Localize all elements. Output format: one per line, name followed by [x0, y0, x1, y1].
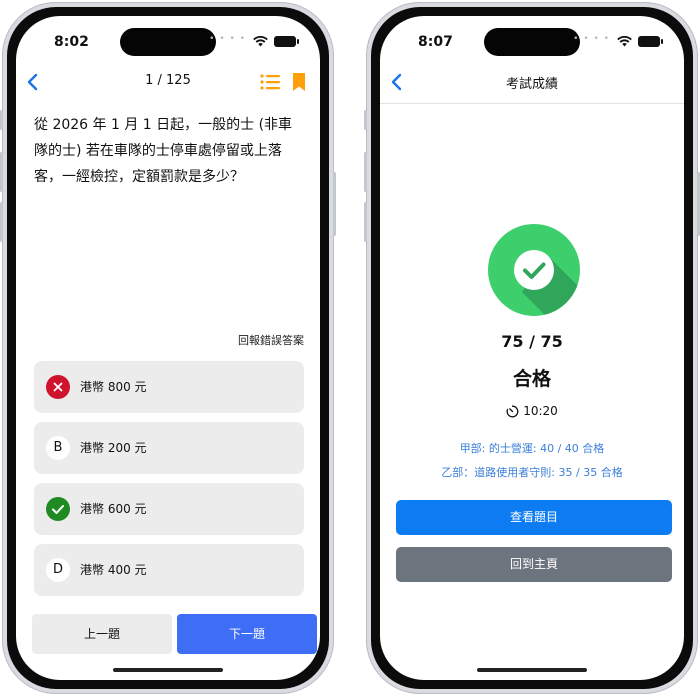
option-c[interactable]: 港幣 600 元: [34, 483, 304, 535]
volume-up-button: [364, 152, 367, 192]
question-text: 從 2026 年 1 月 1 日起，一般的士 (非車隊的士) 若在車隊的士停車處…: [34, 117, 293, 185]
checkmark-icon: [46, 497, 70, 521]
list-icon[interactable]: [260, 74, 280, 90]
wifi-icon: [253, 36, 268, 47]
phone-frame-left: 8:02 • • • • 1 / 125 從 2026 年 1 月 1 日起，一…: [0, 2, 336, 694]
wifi-icon: [617, 36, 632, 47]
home-indicator: [113, 668, 223, 672]
battery-icon: [638, 36, 663, 47]
volume-up-button: [0, 152, 3, 192]
option-b-text: 港幣 200 元: [80, 441, 147, 455]
page-title: 考試成績: [505, 77, 558, 92]
option-b[interactable]: B 港幣 200 元: [34, 422, 304, 474]
option-d[interactable]: D 港幣 400 元: [34, 544, 304, 596]
section-a-result: 甲部: 的士營運: 40 / 40 合格: [459, 442, 605, 455]
review-questions-button[interactable]: 查看題目: [396, 500, 672, 535]
option-d-badge: D: [46, 558, 70, 582]
dynamic-island: [484, 28, 580, 56]
result-text: 合格: [512, 368, 551, 390]
back-to-home-button[interactable]: 回到主頁: [396, 547, 672, 582]
quiz-screen: 8:02 • • • • 1 / 125 從 2026 年 1 月 1 日起，一…: [16, 16, 320, 680]
next-question-button[interactable]: 下一題: [177, 614, 317, 654]
nav-bar: 1 / 125: [16, 68, 320, 98]
silent-switch: [364, 110, 367, 130]
report-wrong-answer-link[interactable]: 回報錯誤答案: [238, 332, 304, 348]
power-button: [333, 172, 336, 236]
phone-frame-right: 8:07 • • • • 考試成績 75 / 75 合格 10:20 甲部: 的…: [364, 2, 700, 694]
nav-divider: [380, 103, 684, 104]
status-bar: 8:02 • • • •: [16, 16, 320, 60]
previous-question-button[interactable]: 上一題: [32, 614, 172, 654]
check-circle-icon: [488, 224, 580, 316]
option-c-text: 港幣 600 元: [80, 502, 147, 516]
battery-icon: [274, 36, 299, 47]
signal-dots-icon: • • • •: [573, 34, 610, 44]
volume-down-button: [0, 202, 3, 242]
volume-down-button: [364, 202, 367, 242]
dynamic-island: [120, 28, 216, 56]
silent-switch: [0, 110, 3, 130]
option-a[interactable]: 港幣 800 元: [34, 361, 304, 413]
result-screen: 8:07 • • • • 考試成績 75 / 75 合格 10:20 甲部: 的…: [380, 16, 684, 680]
score-text: 75 / 75: [501, 332, 563, 351]
phone-bezel: 8:07 • • • • 考試成績 75 / 75 合格 10:20 甲部: 的…: [371, 7, 693, 689]
status-time: 8:02: [54, 34, 89, 50]
option-d-text: 港幣 400 元: [80, 563, 147, 577]
home-indicator: [477, 668, 587, 672]
nav-bar: 考試成績: [380, 68, 684, 98]
timer-icon: [506, 405, 519, 418]
status-time: 8:07: [418, 34, 453, 50]
time-used-value: 10:20: [523, 404, 558, 418]
option-a-text: 港幣 800 元: [80, 380, 147, 394]
time-used: 10:20: [380, 404, 684, 418]
section-b-result: 乙部：道路使用者守則: 35 / 35 合格: [441, 466, 623, 479]
option-b-badge: B: [46, 436, 70, 460]
phone-bezel: 8:02 • • • • 1 / 125 從 2026 年 1 月 1 日起，一…: [7, 7, 329, 689]
bookmark-icon[interactable]: [292, 72, 306, 92]
status-bar: 8:07 • • • •: [380, 16, 684, 60]
close-icon: [46, 375, 70, 399]
signal-dots-icon: • • • •: [209, 34, 246, 44]
